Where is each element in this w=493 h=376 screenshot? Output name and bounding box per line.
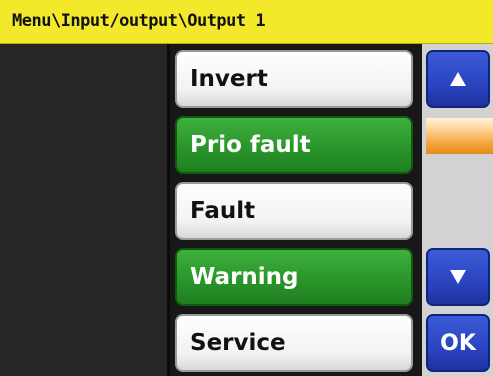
list-item-warning[interactable]: Warning	[175, 248, 413, 306]
triangle-down-icon	[450, 270, 466, 284]
scroll-up-button[interactable]	[426, 50, 490, 108]
scroll-down-button[interactable]	[426, 248, 490, 306]
ok-button[interactable]: OK	[426, 314, 490, 372]
list-item-label: Fault	[190, 198, 256, 224]
list-item-fault[interactable]: Fault	[175, 182, 413, 240]
list-item-prio-fault[interactable]: Prio fault	[175, 116, 413, 174]
scroll-track[interactable]	[422, 110, 493, 246]
ok-label: OK	[440, 330, 476, 356]
titlebar: Menu\Input/output\Output 1	[0, 0, 493, 44]
list-item-service[interactable]: Service	[175, 314, 413, 372]
list-item-label: Warning	[190, 264, 299, 290]
list-item-label: Invert	[190, 66, 268, 92]
left-panel	[0, 44, 170, 376]
scroll-thumb[interactable]	[426, 118, 493, 154]
option-list: Invert Prio fault Fault Warning Service	[170, 44, 422, 376]
breadcrumb-path: Menu\Input/output\Output 1	[12, 11, 266, 31]
list-item-invert[interactable]: Invert	[175, 50, 413, 108]
triangle-up-icon	[450, 72, 466, 86]
list-item-label: Service	[190, 330, 286, 356]
list-item-label: Prio fault	[190, 132, 311, 158]
scroll-column: OK	[422, 44, 493, 376]
